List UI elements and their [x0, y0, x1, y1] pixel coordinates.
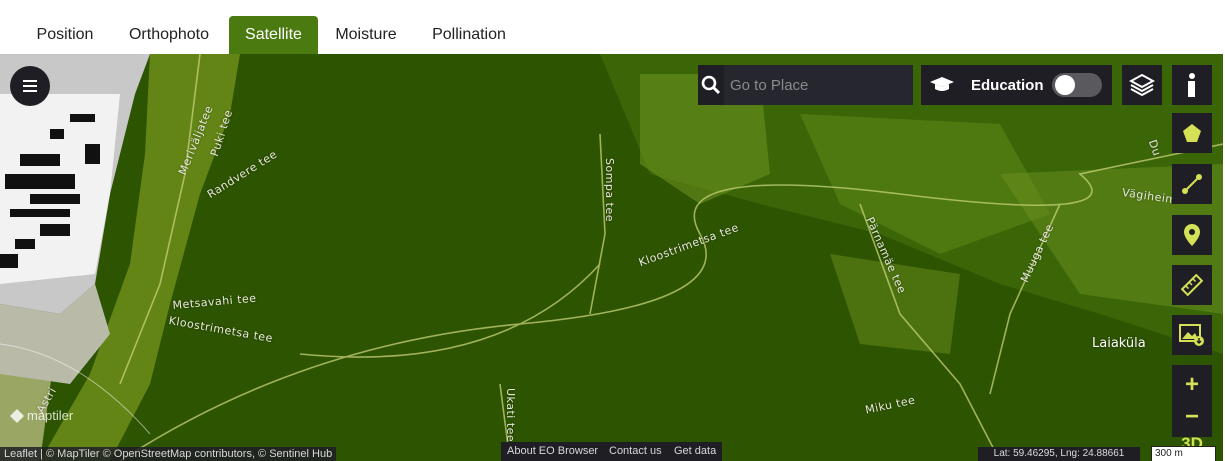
tab-satellite[interactable]: Satellite — [229, 16, 318, 54]
street-label-sompa: Sompa tee — [603, 158, 616, 222]
info-button[interactable] — [1172, 65, 1212, 105]
tab-position[interactable]: Position — [22, 16, 108, 54]
tab-orthophoto[interactable]: Orthophoto — [114, 16, 224, 54]
maptiler-text: maptiler — [27, 408, 74, 423]
measure-button[interactable] — [1172, 265, 1212, 305]
coordinates-readout: Lat: 59.46295, Lng: 24.88661 — [978, 447, 1140, 461]
menu-button[interactable] — [10, 66, 50, 106]
contact-link[interactable]: Contact us — [603, 442, 668, 461]
toggle-knob — [1055, 75, 1075, 95]
scale-bar: 300 m — [1151, 446, 1216, 461]
education-label: Education — [971, 76, 1044, 94]
map-pin-icon — [1184, 224, 1200, 246]
draw-line-button[interactable] — [1172, 164, 1212, 204]
about-link[interactable]: About EO Browser — [501, 442, 605, 461]
leaflet-link[interactable]: Leaflet — [4, 448, 37, 460]
hamburger-icon — [23, 80, 37, 92]
tab-pollination[interactable]: Pollination — [418, 16, 520, 54]
maptiler-logo[interactable]: maptiler — [10, 408, 73, 423]
attribution-text: | © MapTiler © OpenStreetMap contributor… — [37, 448, 333, 460]
street-label-ukati: Ukati tee — [504, 388, 517, 443]
info-icon — [1188, 73, 1195, 97]
ruler-icon — [1181, 274, 1203, 296]
get-data-link[interactable]: Get data — [668, 442, 723, 461]
image-download-button[interactable] — [1172, 315, 1212, 355]
layers-icon — [1129, 73, 1155, 97]
graduation-cap-icon — [921, 65, 963, 105]
place-label-laiakula: Laiaküla — [1092, 336, 1146, 351]
tab-bar: Position Orthophoto Satellite Moisture P… — [0, 0, 1225, 54]
education-toggle[interactable] — [1052, 73, 1102, 97]
search-input[interactable] — [724, 65, 913, 105]
layers-button[interactable] — [1122, 65, 1162, 105]
search-box — [698, 65, 913, 105]
search-icon[interactable] — [698, 65, 724, 105]
marker-button[interactable] — [1172, 215, 1212, 255]
education-panel: Education — [921, 65, 1112, 105]
draw-polygon-button[interactable] — [1172, 113, 1212, 153]
tab-moisture[interactable]: Moisture — [322, 16, 410, 54]
image-download-icon — [1179, 324, 1204, 346]
maptiler-icon — [10, 408, 24, 423]
pentagon-icon — [1183, 124, 1201, 142]
attribution: Leaflet | © MapTiler © OpenStreetMap con… — [0, 447, 337, 461]
line-icon — [1182, 174, 1202, 194]
map-view[interactable]: Meriväljatee Puki tee Randvere tee Sompa… — [0, 54, 1223, 461]
